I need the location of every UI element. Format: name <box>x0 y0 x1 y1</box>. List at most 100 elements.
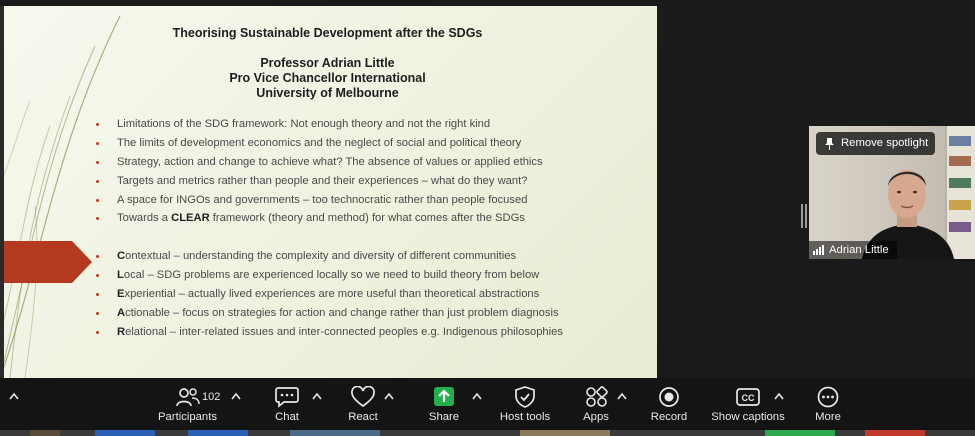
slide-edge <box>0 6 4 378</box>
chevron-up-icon[interactable] <box>9 392 19 400</box>
chat-label: Chat <box>275 411 299 423</box>
slide-bullet: Limitations of the SDG framework: Not en… <box>96 115 543 134</box>
chevron-up-icon[interactable] <box>774 392 784 400</box>
participants-count: 102 <box>202 391 221 403</box>
bullet-text: ctionable – focus on strategies for acti… <box>125 306 559 319</box>
chat-button[interactable]: Chat <box>266 378 308 430</box>
share-icon <box>434 387 454 406</box>
meeting-toolbar: Participants 102 Chat React Share Host t… <box>0 378 975 430</box>
bullet-dot-icon <box>96 330 99 334</box>
more-button[interactable]: More <box>808 378 848 430</box>
os-taskbar <box>0 430 975 436</box>
pin-icon <box>825 138 834 150</box>
bullet-dot-icon <box>96 123 99 126</box>
taskbar-item[interactable] <box>188 430 248 436</box>
bullet-text: Targets and metrics rather than people a… <box>117 174 528 187</box>
slide-bullet: Relational – inter-related issues and in… <box>96 323 563 342</box>
shield-icon <box>515 386 535 408</box>
slide-title: Theorising Sustainable Development after… <box>172 26 483 40</box>
bullet-text-post: framework (theory and method) for what c… <box>209 212 525 225</box>
remove-spotlight-button[interactable]: Remove spotlight <box>816 132 935 155</box>
chat-icon <box>275 387 299 408</box>
taskbar-item[interactable] <box>95 430 155 436</box>
bullet-text: elational – inter-related issues and int… <box>125 325 563 338</box>
bullet-dot-icon <box>96 141 99 145</box>
bullet-dot-icon <box>96 217 99 221</box>
slide-accent-arrow <box>0 241 92 283</box>
book <box>949 136 971 146</box>
bullet-dot-icon <box>96 292 99 296</box>
slide-bullet: Targets and metrics rather than people a… <box>96 172 543 191</box>
bullet-text: The limits of development economics and … <box>117 136 522 149</box>
slide-bullet: Experiential – actually lived experience… <box>96 285 563 304</box>
react-icon <box>351 386 375 408</box>
apps-label: Apps <box>583 411 609 423</box>
zoom-meeting-window: Theorising Sustainable Development after… <box>0 0 975 436</box>
chevron-up-icon[interactable] <box>617 392 627 400</box>
bullet-text: Strategy, action and change to achieve w… <box>117 155 543 168</box>
chevron-up-icon[interactable] <box>312 392 322 400</box>
share-label: Share <box>428 411 460 423</box>
taskbar-item[interactable] <box>520 430 610 436</box>
presenter-organisation: University of Melbourne <box>256 86 399 100</box>
bullet-initial: R <box>117 325 126 338</box>
record-button[interactable]: Record <box>646 378 692 430</box>
captions-label: Show captions <box>711 411 785 423</box>
show-captions-button[interactable]: CC Show captions <box>710 378 786 430</box>
more-icon <box>817 386 839 408</box>
bullet-text-pre: Towards a <box>117 212 172 225</box>
slide-bullet-list-problems: Limitations of the SDG framework: Not en… <box>96 115 543 228</box>
participant-name: Adrian Little <box>829 244 889 256</box>
record-icon <box>659 387 679 407</box>
participant-video-tile[interactable]: Remove spotlight Adrian Little <box>809 126 975 259</box>
react-button[interactable]: React <box>340 378 386 430</box>
apps-button[interactable]: Apps <box>577 378 615 430</box>
chevron-up-icon[interactable] <box>231 392 241 400</box>
bullet-dot-icon <box>96 273 99 277</box>
record-label: Record <box>650 411 688 423</box>
taskbar-item[interactable] <box>290 430 380 436</box>
react-label: React <box>348 411 378 423</box>
share-button[interactable]: Share <box>422 378 466 430</box>
slide-bullet: Contextual – understanding the complexit… <box>96 247 563 266</box>
participants-button[interactable]: Participants <box>155 378 220 430</box>
bullet-dot-icon <box>96 311 99 315</box>
host-tools-button[interactable]: Host tools <box>497 378 553 430</box>
apps-icon <box>586 386 608 407</box>
slide-bullet: Strategy, action and change to achieve w… <box>96 153 543 172</box>
chevron-up-icon[interactable] <box>384 392 394 400</box>
taskbar-item[interactable] <box>765 430 835 436</box>
slide-bullet-list-clear: Contextual – understanding the complexit… <box>96 247 563 341</box>
slide-bullet: Actionable – focus on strategies for act… <box>96 304 563 323</box>
bullet-dot-icon <box>96 160 99 164</box>
bullet-text: Limitations of the SDG framework: Not en… <box>117 118 491 130</box>
participant-name-tag: Adrian Little <box>809 241 897 259</box>
slide-bullet: Towards a CLEAR framework (theory and me… <box>96 209 543 228</box>
bullet-dot-icon <box>96 179 99 183</box>
slide-bullet: Local – SDG problems are experienced loc… <box>96 266 563 285</box>
host-tools-label: Host tools <box>499 411 551 423</box>
bullet-dot-icon <box>96 255 99 258</box>
more-label: More <box>815 411 841 423</box>
bullet-text: ocal – SDG problems are experienced loca… <box>123 268 540 281</box>
captions-icon: CC <box>736 388 760 406</box>
taskbar-item[interactable] <box>30 430 60 436</box>
chevron-up-icon[interactable] <box>472 392 482 400</box>
slide-bullet: The limits of development economics and … <box>96 134 543 153</box>
remove-spotlight-label: Remove spotlight <box>841 137 929 149</box>
bullet-text: ontextual – understanding the complexity… <box>125 250 517 262</box>
svg-text:CC: CC <box>742 393 755 403</box>
shared-slide: Theorising Sustainable Development after… <box>0 6 657 378</box>
presenter-role: Pro Vice Chancellor International <box>229 71 426 85</box>
bullet-text: A space for INGOs and governments – too … <box>117 193 528 206</box>
bullet-initial: A <box>117 306 126 319</box>
split-resize-handle[interactable] <box>801 204 807 228</box>
presenter-name: Professor Adrian Little <box>260 56 395 70</box>
participants-label: Participants <box>157 411 218 423</box>
bullet-dot-icon <box>96 198 99 202</box>
slide-bullet: A space for INGOs and governments – too … <box>96 191 543 210</box>
taskbar-item[interactable] <box>865 430 925 436</box>
bullet-text-bold: CLEAR <box>171 212 210 225</box>
bullet-initial: C <box>117 250 126 262</box>
participants-icon <box>175 388 200 407</box>
